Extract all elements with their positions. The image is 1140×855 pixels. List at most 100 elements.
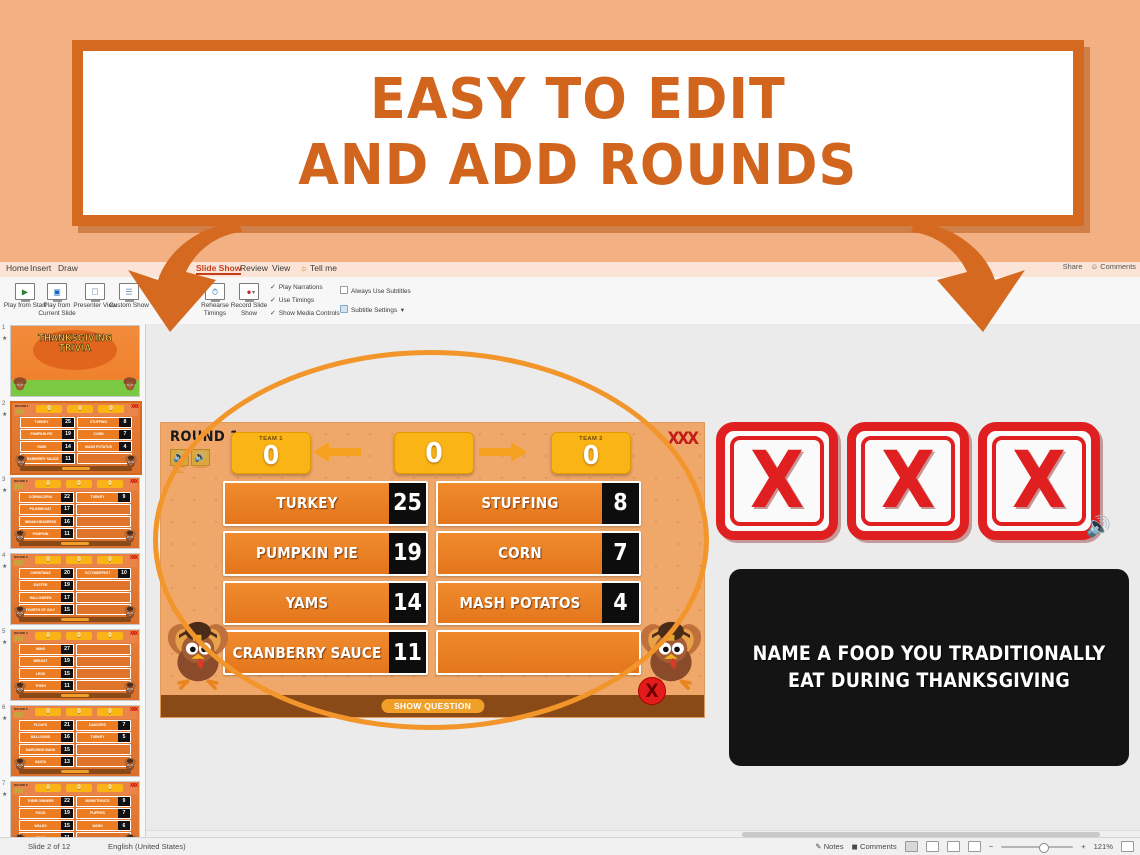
- answer-points: 11: [389, 632, 426, 673]
- grass-strip: [11, 380, 139, 396]
- title-text: THANKSGIVING TRIVIA: [38, 333, 112, 354]
- answer-row[interactable]: CORN 7: [436, 530, 641, 576]
- answer-row[interactable]: TURKEY 25: [223, 481, 428, 526]
- answer-row[interactable]: YAMS 14: [223, 580, 428, 626]
- answer-row[interactable]: STUFFING 8: [436, 481, 641, 526]
- mini-board: ROUND 2 0 0 0 XXX CORNUCOPIA 22 PILGRIM HAT 17 IN…: [11, 478, 139, 548]
- strike-3-icon[interactable]: X: [978, 422, 1100, 540]
- mini-show-question-button: [61, 694, 89, 697]
- strike-2-icon[interactable]: X: [847, 422, 969, 540]
- answers-column-left: TURKEY 25 PUMPKIN PIE 19 YAMS 14 CRANBERRY SAU…: [223, 481, 428, 675]
- cheer-caption: CHEER: [192, 464, 208, 469]
- thumbnail-slide-5[interactable]: ROUND 4 0 0 0 XXX WING 27 BREAST 19 LEGS 15 THIGH 11: [10, 629, 140, 701]
- team-2-score-box[interactable]: TEAM 2 0: [551, 432, 631, 474]
- thumbnail-row-6[interactable]: 6 ★ ROUND 5 0 0 0 XXX FLOATS 21 BALLOONS 16 MARCHIN…: [0, 705, 145, 777]
- speaker-icon[interactable]: 🔊: [1086, 514, 1111, 539]
- strike-1-icon[interactable]: X: [716, 422, 838, 540]
- answer-text: STUFFING: [481, 494, 559, 513]
- answer-row[interactable]: [436, 630, 641, 675]
- tab-view[interactable]: View: [272, 263, 290, 273]
- comment-bubble-icon: ◼: [851, 842, 858, 851]
- promo-headline-line-2: AND ADD ROUNDS: [298, 133, 858, 198]
- check-icon: ✓: [270, 284, 276, 291]
- mini-answer-row: THEIR OWNERS 22: [19, 796, 74, 807]
- tab-home[interactable]: Home: [6, 263, 29, 273]
- mini-answer-text: YAMS: [36, 444, 47, 449]
- fit-to-window-icon[interactable]: [1121, 841, 1134, 852]
- view-reading-button[interactable]: [946, 841, 960, 852]
- mini-answer-points: 19: [62, 430, 74, 439]
- view-normal-button[interactable]: [904, 841, 918, 852]
- thumbnail-row-4[interactable]: 4 ★ ROUND 3 0 0 0 XXX CHRISTMAS 20 EASTER 19 HALLOW…: [0, 553, 145, 625]
- mini-team-2-score: 0: [97, 632, 123, 640]
- mini-answer-points: 27: [61, 645, 73, 654]
- tab-draw[interactable]: Draw: [58, 263, 78, 273]
- record-dropdown-chevron-icon[interactable]: ▾: [252, 289, 255, 296]
- play-narrations-label: Play Narrations: [278, 284, 323, 291]
- turkey-icon: [12, 528, 28, 544]
- show-media-controls-checkbox[interactable]: ✓ Show Media Controls: [270, 309, 340, 317]
- thumbnail-slide-4[interactable]: ROUND 3 0 0 0 XXX CHRISTMAS 20 EASTER 19 HALLOWEE…: [10, 553, 140, 625]
- mini-answer-text: STUFFING: [90, 420, 107, 425]
- comments-button[interactable]: Comments: [1100, 262, 1136, 271]
- zoom-slider[interactable]: [1001, 842, 1074, 853]
- mini-answer-text: PILGRIM HAT: [29, 507, 52, 512]
- turkey-icon: [12, 680, 28, 696]
- thumbnail-row-3[interactable]: 3 ★ ROUND 2 0 0 0 XXX CORNUCOPIA 22 PILGRIM HAT 17…: [0, 477, 145, 549]
- thumbnail-row-7[interactable]: 7 ★ ROUND 6 0 0 0 XXX THEIR OWNERS 22 FOOD 19 WALKS…: [0, 781, 145, 838]
- mini-team-2-score: 0: [97, 784, 123, 792]
- thumbnail-row-2[interactable]: 2 ★ ROUND 1 0 0 0 XXX TURKEY 25 PUMPKIN PIE 19 YAMS…: [0, 401, 145, 475]
- strike-reset-button[interactable]: X: [638, 677, 666, 705]
- answer-points: 7: [602, 532, 639, 574]
- answer-row[interactable]: CRANBERRY SAUCE 11: [223, 630, 428, 675]
- view-slide-show-button[interactable]: [967, 841, 981, 852]
- subtitle-settings-button[interactable]: Subtitle Settings ▾: [340, 305, 404, 314]
- question-panel: NAME A FOOD YOU TRADITIONALLY EAT DURING…: [729, 569, 1129, 766]
- answer-row[interactable]: MASH POTATOS 4: [436, 580, 641, 626]
- thumbnail-number: 3: [2, 477, 6, 483]
- thumbnail-row-5[interactable]: 5 ★ ROUND 4 0 0 0 XXX WING 27 BREAST 19 LEGS 15 THIGH…: [0, 629, 145, 701]
- mini-answer-row: OCTOBERFEST 10: [76, 568, 131, 579]
- language-indicator[interactable]: English (United States): [108, 842, 186, 851]
- mini-answer-row: TURKEY 25: [20, 417, 75, 428]
- show-question-button[interactable]: SHOW QUESTION: [380, 699, 485, 713]
- mini-answer-row: CORN 7: [77, 429, 132, 440]
- arrow-left-icon[interactable]: [313, 440, 361, 464]
- use-timings-checkbox[interactable]: ✓ Use Timings: [270, 296, 314, 304]
- thumbnail-slide-2[interactable]: ROUND 1 0 0 0 XXX TURKEY 25 PUMPKIN PIE 19 YAMS 14…: [10, 401, 142, 475]
- always-use-subtitles-checkbox[interactable]: Always Use Subtitles: [340, 286, 411, 295]
- tab-insert[interactable]: Insert: [30, 263, 51, 273]
- mini-pot-score: 0: [66, 556, 92, 564]
- mini-answer-points: 8: [119, 418, 131, 427]
- zoom-in-button[interactable]: +: [1081, 842, 1085, 851]
- thumbnail-slide-3[interactable]: ROUND 2 0 0 0 XXX CORNUCOPIA 22 PILGRIM HAT 17 IN…: [10, 477, 140, 549]
- team-1-score-box[interactable]: TEAM 1 0: [231, 432, 311, 474]
- answer-row[interactable]: PUMPKIN PIE 19: [223, 530, 428, 576]
- play-narrations-checkbox[interactable]: ✓ Play Narrations: [270, 283, 323, 291]
- pot-score-box[interactable]: 0: [394, 432, 474, 474]
- mini-answer-text: MARCHING BAND: [25, 747, 56, 752]
- mini-answer-points: 19: [61, 809, 73, 818]
- slide-canvas[interactable]: ROUND 1 🔊 🔊 DRUM ROLL CHEER TEAM 1 0 0 T…: [146, 324, 1140, 838]
- thumbnail-slide-7[interactable]: ROUND 6 0 0 0 XXX THEIR OWNERS 22 FOOD 19 WALKS 15…: [10, 781, 140, 838]
- slide-thumbnail-pane[interactable]: 1 ★ THANKSGIVING TRIVIA 2 ★ ROUND 1 0 0 …: [0, 324, 146, 838]
- tab-tell-me[interactable]: ☼ Tell me: [300, 263, 337, 273]
- mini-answer-row: PUMPKIN PIE 19: [20, 429, 75, 440]
- mini-sound-buttons: [14, 484, 23, 489]
- lightbulb-icon: ☼: [300, 263, 308, 273]
- mini-answer-row: [76, 656, 131, 667]
- thumbnail-slide-6[interactable]: ROUND 5 0 0 0 XXX FLOATS 21 BALLOONS 16 MARCHING …: [10, 705, 140, 777]
- answers-grid: TURKEY 25 PUMPKIN PIE 19 YAMS 14 CRANBERRY SAU…: [223, 481, 641, 675]
- view-slide-sorter-button[interactable]: [925, 841, 939, 852]
- mini-strikes: XXX: [129, 555, 138, 561]
- notes-button[interactable]: ✎ Notes: [815, 842, 843, 851]
- round-label: ROUND 1: [170, 429, 240, 445]
- arrow-right-icon[interactable]: [479, 440, 527, 464]
- zoom-out-button[interactable]: −: [989, 842, 993, 851]
- comments-button-status[interactable]: ◼ Comments: [852, 842, 897, 851]
- share-button[interactable]: Share: [1063, 262, 1083, 271]
- mini-answer-points: 20: [61, 569, 73, 578]
- subtitle-settings-label: Subtitle Settings: [351, 307, 398, 314]
- thumbnail-number: 7: [2, 781, 6, 787]
- zoom-slider-knob[interactable]: [1039, 842, 1050, 853]
